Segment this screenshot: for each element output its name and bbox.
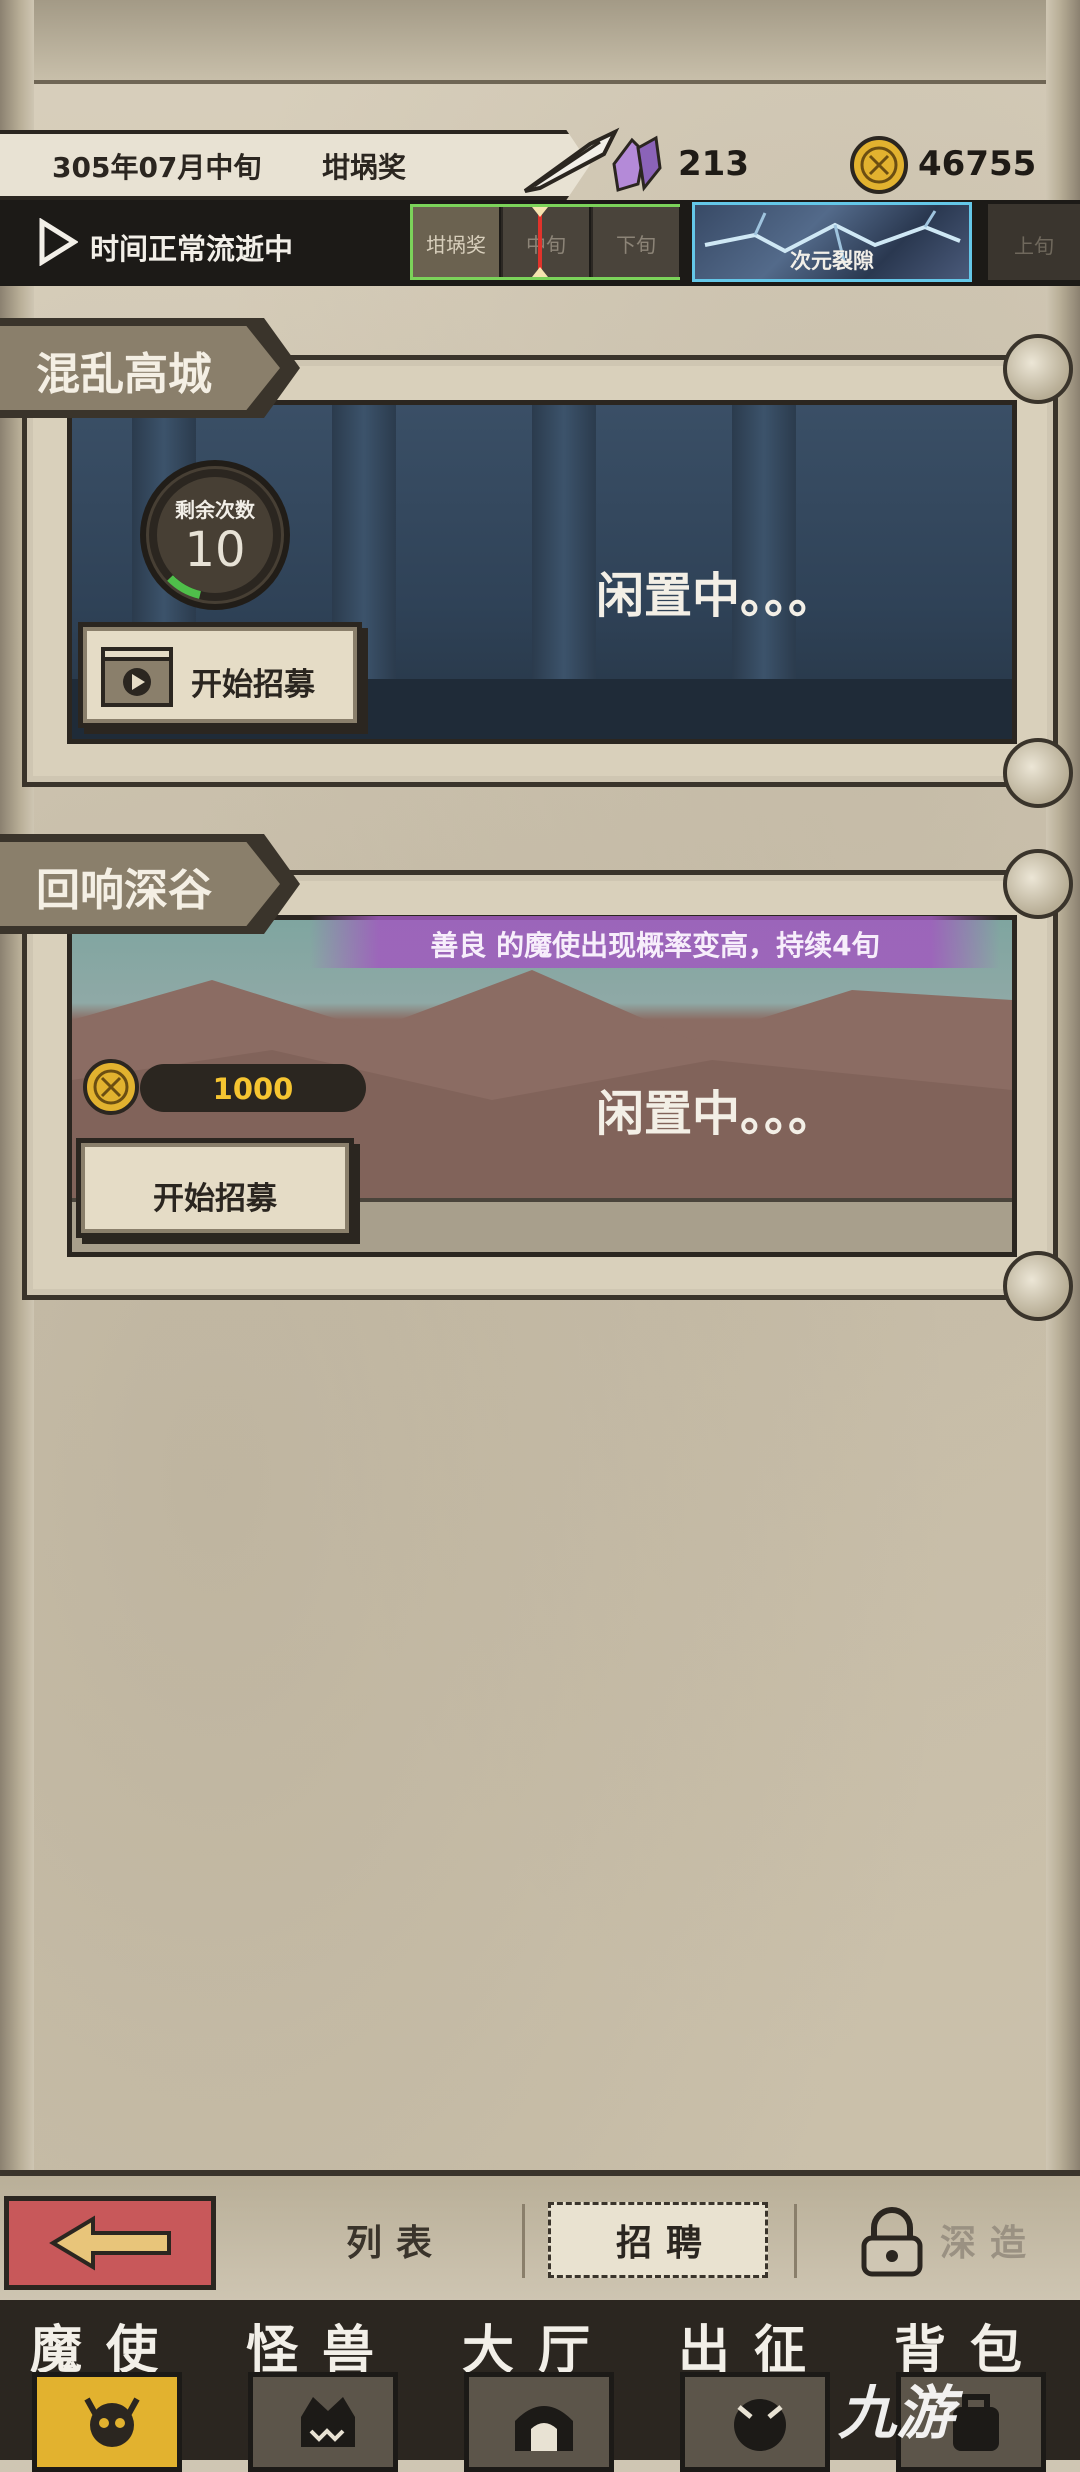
nav-icon-frame: [680, 2372, 830, 2472]
gold-coin-icon[interactable]: [848, 134, 910, 196]
timeline-marker-top: [532, 207, 548, 217]
horned-skull-icon: [84, 2397, 140, 2447]
nav-icon-frame: [464, 2372, 614, 2472]
gold-coin-icon: [83, 1059, 139, 1115]
timeline-slot-next: 上旬: [988, 204, 1080, 280]
tab-list[interactable]: 列表: [346, 2214, 446, 2266]
nav-expedition[interactable]: 出征: [652, 2300, 856, 2472]
crystal-count: 213: [678, 144, 749, 184]
scroll-curl: [1003, 334, 1073, 404]
start-recruit-gold-button[interactable]: 开始招募: [76, 1138, 354, 1238]
video-ad-icon: [101, 647, 173, 707]
time-status: 时间正常流逝中: [90, 232, 294, 266]
nav-monster[interactable]: 怪兽: [220, 2300, 424, 2472]
start-recruit-label: 开始招募: [191, 667, 315, 703]
tab-divider: [794, 2204, 797, 2278]
remaining-value: 10: [184, 522, 246, 578]
recruit-cost: 1000: [140, 1064, 366, 1112]
tab-advance-locked[interactable]: 深造: [940, 2214, 1040, 2266]
tab-recruit[interactable]: 招聘: [616, 2214, 716, 2266]
pillar: [732, 405, 796, 705]
timeline-marker-bottom: [532, 267, 548, 277]
timeline-slot-award: 坩埚奖: [413, 207, 501, 277]
remaining-count-badge: 剩余次数 10: [140, 460, 290, 610]
gold-count: 46755: [918, 144, 1037, 184]
nav-hall[interactable]: 大厅: [436, 2300, 640, 2472]
back-button[interactable]: [4, 2196, 216, 2290]
location-ribbon: 回响深谷: [0, 834, 300, 934]
pillar: [532, 405, 596, 705]
location-name: 混乱高城: [36, 349, 212, 400]
location-ribbon: 混乱高城: [0, 318, 300, 418]
nav-icon-frame: [248, 2372, 398, 2472]
expedition-icon: [734, 2399, 786, 2451]
award-name: 坩埚奖: [322, 151, 407, 184]
rift-label: 次元裂隙: [790, 249, 874, 273]
nav-demon-envoy[interactable]: 魔使: [4, 2300, 208, 2472]
location-name: 回响深谷: [36, 865, 212, 916]
crystal-icon[interactable]: [604, 134, 666, 196]
lock-icon: [861, 2207, 923, 2277]
buff-banner: 善良 的魔使出现概率变高，持续4旬: [310, 916, 1000, 968]
play-icon[interactable]: [38, 218, 78, 266]
watermark-logo: 九游: [838, 2379, 955, 2447]
timeline[interactable]: 坩埚奖 中旬 下旬: [410, 204, 681, 280]
cost-value: 1000: [212, 1072, 294, 1106]
back-arrow-icon: [49, 2215, 171, 2271]
scroll-curl: [1003, 738, 1073, 808]
scroll-curl: [1003, 849, 1073, 919]
monster-icon: [301, 2397, 355, 2447]
buff-text: 善良 的魔使出现概率变高，持续4旬: [430, 929, 880, 962]
remaining-label: 剩余次数: [175, 498, 255, 522]
top-scroll-rod: [0, 0, 1080, 84]
hall-icon: [515, 2406, 573, 2451]
idle-status: 闲置中。。。: [596, 568, 837, 624]
idle-status: 闲置中。。。: [596, 1086, 837, 1142]
nav-icon-frame: [32, 2372, 182, 2472]
dimension-rift-event[interactable]: 次元裂隙: [692, 202, 972, 282]
current-date: 305年07月中旬: [52, 151, 262, 184]
start-recruit-label: 开始招募: [153, 1181, 277, 1217]
tab-divider: [522, 2204, 525, 2278]
scroll-curl: [1003, 1251, 1073, 1321]
timeline-slot-late: 下旬: [593, 207, 681, 277]
start-recruit-video-button[interactable]: 开始招募: [78, 622, 362, 728]
